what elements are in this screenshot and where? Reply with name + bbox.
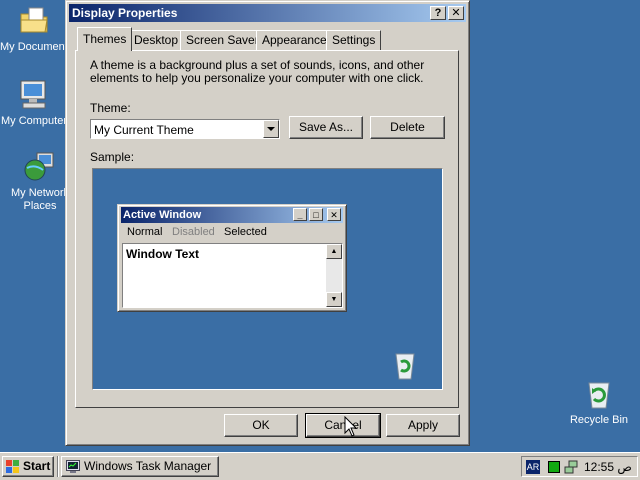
sample-label: Sample: bbox=[90, 150, 135, 164]
tab-themes[interactable]: Themes bbox=[77, 27, 133, 51]
recycle-bin-icon bbox=[395, 353, 415, 380]
dropdown-button[interactable] bbox=[263, 120, 279, 138]
sample-window-title: Active Window bbox=[123, 209, 202, 221]
desktop-icon-my-documents[interactable]: My Documents bbox=[0, 4, 68, 54]
desktop-icon-label: My Documents bbox=[0, 41, 68, 53]
window-title: Display Properties bbox=[72, 6, 178, 20]
help-icon: ? bbox=[434, 7, 442, 19]
taskbar-button-task-manager[interactable]: Windows Task Manager bbox=[61, 456, 219, 477]
tab-label: Appearance bbox=[262, 33, 327, 47]
delete-button[interactable]: Delete bbox=[370, 116, 445, 139]
network-tray-icon[interactable] bbox=[564, 460, 578, 474]
sample-menu-normal: Normal bbox=[127, 226, 163, 238]
save-as-label: Save As... bbox=[298, 120, 354, 134]
mouse-cursor-icon bbox=[344, 416, 358, 437]
tab-label: Themes bbox=[83, 32, 127, 46]
taskbar: Start Windows Task Manager AR 12:55 ص bbox=[0, 452, 640, 480]
sample-window-text: Window Text bbox=[126, 247, 199, 261]
chevron-down-icon bbox=[267, 127, 275, 131]
apply-label: Apply bbox=[407, 418, 439, 432]
clock[interactable]: 12:55 ص bbox=[584, 460, 632, 474]
tab-label: Settings bbox=[332, 33, 376, 47]
theme-label: Theme: bbox=[90, 101, 131, 115]
network-globe-icon bbox=[24, 152, 54, 181]
desktop-icon-label: Recycle Bin bbox=[569, 414, 629, 426]
scroll-down-icon: ▼ bbox=[326, 292, 342, 307]
sample-menu-disabled: Disabled bbox=[172, 226, 215, 238]
title-bar[interactable]: Display Properties ? ✕ bbox=[69, 4, 466, 22]
folder-documents-icon bbox=[20, 7, 48, 33]
tab-screen-saver[interactable]: Screen Saver bbox=[180, 30, 265, 50]
task-manager-icon bbox=[66, 460, 80, 473]
language-label: AR bbox=[526, 462, 540, 472]
maximize-icon: □ bbox=[309, 208, 323, 221]
desktop-icon-label: My Computer bbox=[0, 115, 68, 127]
sample-scrollbar: ▲ ▼ bbox=[326, 244, 342, 307]
help-button[interactable]: ? bbox=[430, 6, 446, 20]
ok-label: OK bbox=[252, 418, 270, 432]
start-button[interactable]: Start bbox=[2, 456, 54, 477]
delete-label: Delete bbox=[390, 120, 425, 134]
tab-desktop[interactable]: Desktop bbox=[128, 30, 185, 50]
tab-settings[interactable]: Settings bbox=[326, 30, 382, 50]
sample-active-window: Active Window _ □ ✕ Normal Disabled Sele… bbox=[117, 204, 347, 312]
theme-select[interactable]: My Current Theme bbox=[90, 119, 280, 139]
scroll-up-icon: ▲ bbox=[326, 244, 342, 259]
desktop-icon-my-computer[interactable]: My Computer bbox=[0, 78, 68, 128]
desktop-icon-recycle-bin[interactable]: Recycle Bin bbox=[561, 377, 637, 427]
sample-menu-selected: Selected bbox=[224, 226, 267, 238]
minimize-icon: _ bbox=[293, 208, 307, 221]
computer-icon bbox=[20, 80, 46, 109]
ok-button[interactable]: OK bbox=[224, 414, 298, 437]
sample-title-bar: Active Window _ □ ✕ bbox=[121, 207, 343, 223]
windows-logo-icon bbox=[6, 460, 19, 473]
tab-label: Screen Saver bbox=[186, 33, 259, 47]
task-label: Windows Task Manager bbox=[84, 459, 212, 473]
system-tray: AR 12:55 ص bbox=[521, 456, 638, 477]
tab-label: Desktop bbox=[134, 33, 179, 47]
start-label: Start bbox=[23, 459, 51, 473]
recycle-bin-icon bbox=[588, 382, 610, 409]
theme-description: A theme is a background plus a set of so… bbox=[90, 58, 425, 85]
sample-text-area: Window Text ▲ ▼ bbox=[122, 243, 343, 308]
close-icon: ✕ bbox=[451, 7, 461, 19]
taskbar-divider bbox=[57, 456, 59, 477]
cancel-button[interactable]: Cancel bbox=[305, 413, 381, 438]
tab-appearance[interactable]: Appearance bbox=[256, 30, 333, 50]
save-as-button[interactable]: Save As... bbox=[289, 116, 363, 139]
close-icon: ✕ bbox=[327, 208, 341, 221]
tray-app-icon[interactable] bbox=[548, 461, 560, 473]
theme-select-value: My Current Theme bbox=[94, 123, 194, 137]
language-indicator[interactable]: AR bbox=[526, 460, 540, 474]
close-button[interactable]: ✕ bbox=[448, 6, 464, 20]
apply-button[interactable]: Apply bbox=[386, 414, 460, 437]
